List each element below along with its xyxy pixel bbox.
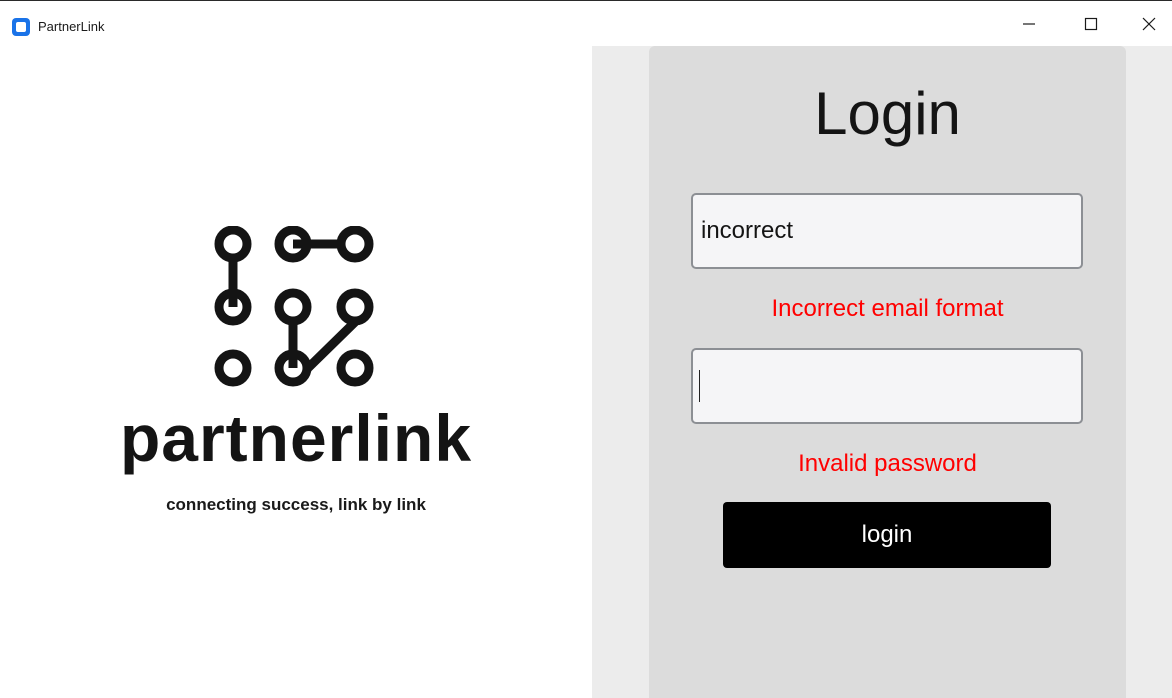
password-field[interactable] [691, 348, 1083, 424]
login-heading: Login [814, 80, 961, 147]
close-icon [1142, 17, 1156, 31]
brand-name: partnerlink [119, 401, 473, 475]
maximize-button[interactable] [1068, 2, 1114, 46]
login-button[interactable]: login [723, 502, 1051, 568]
text-cursor [699, 370, 700, 402]
app-icon [12, 18, 30, 36]
brand-panel: partnerlink connecting success, link by … [0, 46, 592, 698]
password-error-message: Invalid password [798, 450, 977, 477]
brand-tagline: connecting success, link by link [166, 495, 426, 514]
partnerlink-logo-icon [214, 226, 374, 387]
window-title: PartnerLink [38, 19, 105, 34]
app-window: PartnerLink partnerlink connecting succe… [0, 0, 1172, 698]
maximize-icon [1084, 17, 1098, 31]
email-error-message: Incorrect email format [771, 295, 1004, 322]
minimize-icon [1023, 23, 1035, 25]
email-field[interactable] [691, 193, 1083, 269]
title-bar[interactable]: PartnerLink [0, 1, 1172, 46]
minimize-button[interactable] [1006, 2, 1052, 46]
close-button[interactable] [1126, 2, 1172, 46]
